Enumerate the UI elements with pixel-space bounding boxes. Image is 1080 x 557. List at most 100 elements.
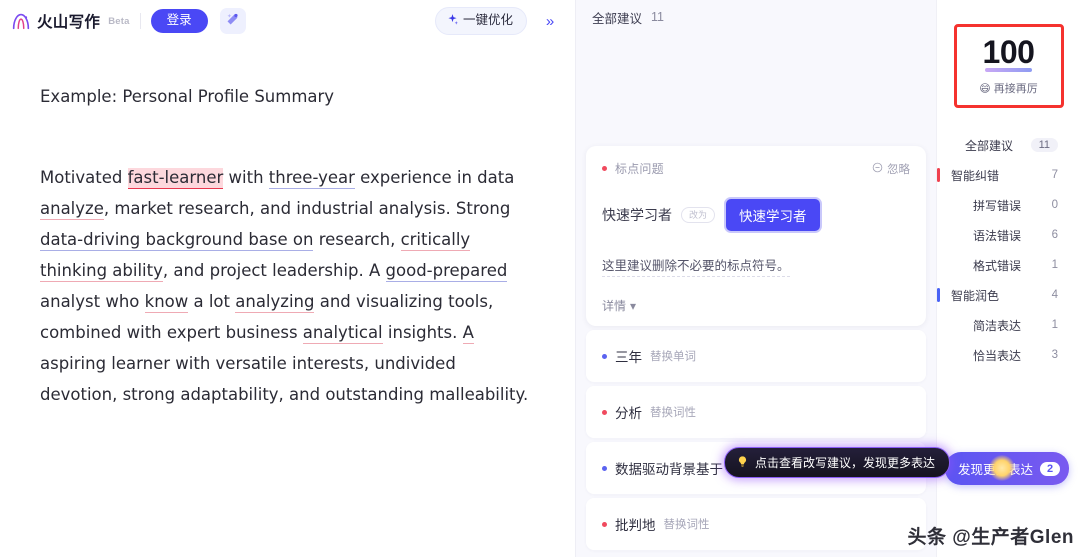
suggestion-row-action: 替换词性 — [650, 407, 696, 419]
category-accent-bar — [937, 168, 940, 182]
text-run: research, — [313, 230, 401, 250]
suggestion-card-active[interactable]: 标点问题 忽略 快速学习者 改为 快速学习者 这里建议删除不必要的标点符号。 详… — [586, 146, 926, 326]
category-item-简洁表达[interactable]: 简洁表达 1 — [937, 310, 1080, 340]
text-run: , market research, and industrial analys… — [103, 199, 511, 219]
suggestion-replacement-row: 快速学习者 改为 快速学习者 — [602, 197, 910, 233]
toolbar-divider — [139, 13, 141, 29]
smiley-emoji-icon: 😄 — [979, 82, 991, 95]
editor-column: 火山写作 Beta 登录 一键优化 » Example: Personal Pr… — [0, 0, 576, 557]
suggestion-row-word: 数据驱动背景基于 — [615, 462, 723, 477]
category-label: 智能润色 — [951, 288, 1000, 303]
text-mark[interactable]: analyze — [40, 199, 104, 221]
suggestion-row-action: 替换词性 — [663, 519, 710, 531]
score-caption: 再接再厉 — [993, 83, 1038, 95]
discover-more-expressions-button[interactable]: 发现更多表达 2 — [945, 452, 1070, 485]
category-count: 1 — [1051, 259, 1058, 271]
category-item-智能润色[interactable]: 智能润色 4 — [937, 280, 1080, 310]
severity-dot-icon — [602, 166, 607, 171]
severity-dot-icon — [602, 521, 607, 527]
text-run: Motivated — [40, 168, 128, 188]
score-box: 100 😄 再接再厉 — [953, 24, 1064, 108]
suggestions-header: 全部建议 11 — [576, 0, 936, 34]
discover-more-badge: 2 — [1040, 461, 1061, 476]
top-toolbar: 火山写作 Beta 登录 一键优化 » — [0, 0, 575, 42]
category-item-拼写错误[interactable]: 拼写错误 0 — [937, 190, 1080, 220]
suggestion-row-word: 批判地 — [615, 518, 656, 533]
suggestions-column: 全部建议 11 标点问题 忽略 快速学习者 改为 快速学习者 这里建议删除不必要… — [576, 0, 951, 557]
one-click-optimize-label: 一键优化 — [462, 13, 513, 28]
category-item-语法错误[interactable]: 语法错误 6 — [937, 220, 1080, 250]
text-mark[interactable]: analyzing — [235, 292, 315, 314]
text-mark[interactable]: good-prepared — [385, 261, 508, 283]
text-mark[interactable]: know — [144, 292, 189, 314]
stats-sidebar: 100 😄 再接再厉 全部建议 11 智能纠错 7 拼写错误 0 语法错误 6 格式错误 1 智能润… — [907, 0, 1080, 557]
app-root: 火山写作 Beta 登录 一键优化 » Example: Personal Pr… — [0, 0, 1080, 557]
suggestion-type-label: 标点问题 — [615, 162, 664, 176]
category-item-恰当表达[interactable]: 恰当表达 3 — [937, 340, 1080, 370]
sparkle-icon — [446, 13, 459, 30]
category-count: 4 — [1051, 289, 1058, 301]
category-count: 11 — [1030, 138, 1058, 152]
category-label: 智能纠错 — [951, 168, 1000, 183]
apply-replacement-button[interactable]: 快速学习者 — [724, 197, 822, 233]
text-run: with — [223, 168, 269, 188]
ignore-label: 忽略 — [887, 163, 910, 176]
suggestion-description: 这里建议删除不必要的标点符号。 — [602, 255, 790, 277]
rewrite-hint-text: 点击查看改写建议，发现更多表达 — [755, 456, 936, 470]
suggestion-row-word: 分析 — [615, 406, 642, 421]
text-run: aspiring learner with versatile interest… — [40, 354, 529, 405]
beta-badge: Beta — [108, 15, 130, 27]
score-caption-row: 😄 再接再厉 — [979, 80, 1037, 96]
suggestion-rows: 三年替换单词分析替换词性数据驱动背景基于替换短语批判地替换词性 — [586, 330, 926, 550]
suggestion-row-word: 三年 — [615, 350, 642, 365]
text-mark[interactable]: three-year — [268, 168, 355, 190]
lightbulb-icon — [736, 455, 749, 471]
category-count: 6 — [1051, 229, 1058, 241]
suggestions-list[interactable]: 标点问题 忽略 快速学习者 改为 快速学习者 这里建议删除不必要的标点符号。 详… — [576, 34, 936, 557]
category-count: 0 — [1051, 199, 1058, 211]
rewrite-hint-tooltip: 点击查看改写建议，发现更多表达 — [724, 447, 951, 478]
suggestion-detail-toggle[interactable]: 详情 ▾ — [602, 297, 910, 314]
watermark: 头条 @生产者Glen — [907, 527, 1074, 548]
severity-dot-icon — [602, 465, 607, 471]
text-mark[interactable]: analytical — [302, 323, 383, 345]
category-count: 7 — [1051, 169, 1058, 181]
suggestion-card-header: 标点问题 忽略 — [602, 160, 910, 177]
collapse-panel-button[interactable]: » — [537, 8, 563, 34]
suggestion-row[interactable]: 批判地 替换词性 — [586, 498, 926, 550]
text-run: analyst who — [40, 292, 145, 312]
category-item-格式错误[interactable]: 格式错误 1 — [937, 250, 1080, 280]
severity-dot-icon — [602, 353, 607, 359]
text-run: insights. — [382, 323, 463, 343]
suggestion-detail-label: 详情 — [602, 299, 627, 313]
category-count: 1 — [1051, 319, 1058, 331]
document-paragraph[interactable]: Motivated fast-learner with three-year e… — [40, 162, 535, 410]
text-run: , and project leadership. A — [162, 261, 386, 281]
toolbar-right-group: 一键优化 » — [434, 6, 563, 36]
text-mark[interactable]: fast-learner — [127, 168, 224, 190]
original-text: 快速学习者 — [602, 207, 672, 223]
magic-wand-button[interactable] — [219, 8, 246, 34]
suggestion-row[interactable]: 分析 替换词性 — [586, 386, 926, 438]
suggestions-header-label: 全部建议 — [592, 11, 643, 26]
suggestions-header-count: 11 — [651, 10, 664, 24]
one-click-optimize-button[interactable]: 一键优化 — [434, 6, 527, 36]
category-label: 语法错误 — [973, 228, 1022, 243]
ignore-button[interactable]: 忽略 — [872, 161, 910, 177]
discover-more-label: 发现更多表达 — [958, 463, 1034, 477]
category-label: 格式错误 — [973, 258, 1022, 273]
category-label: 拼写错误 — [973, 198, 1022, 213]
category-item-智能纠错[interactable]: 智能纠错 7 — [937, 160, 1080, 190]
login-button[interactable]: 登录 — [150, 9, 208, 33]
category-item-全部建议[interactable]: 全部建议 11 — [937, 130, 1080, 160]
text-run: a lot — [188, 292, 236, 312]
category-count: 3 — [1051, 349, 1058, 361]
text-mark[interactable]: data-driving background base on — [40, 230, 314, 252]
document-canvas[interactable]: Example: Personal Profile Summary Motiva… — [0, 42, 575, 557]
brand-name: 火山写作 — [37, 14, 101, 31]
suggestion-row[interactable]: 三年 替换单词 — [586, 330, 926, 382]
document-title: Example: Personal Profile Summary — [40, 87, 335, 106]
category-label: 恰当表达 — [973, 348, 1022, 363]
text-mark[interactable]: A — [462, 323, 474, 345]
category-label: 全部建议 — [965, 138, 1014, 153]
